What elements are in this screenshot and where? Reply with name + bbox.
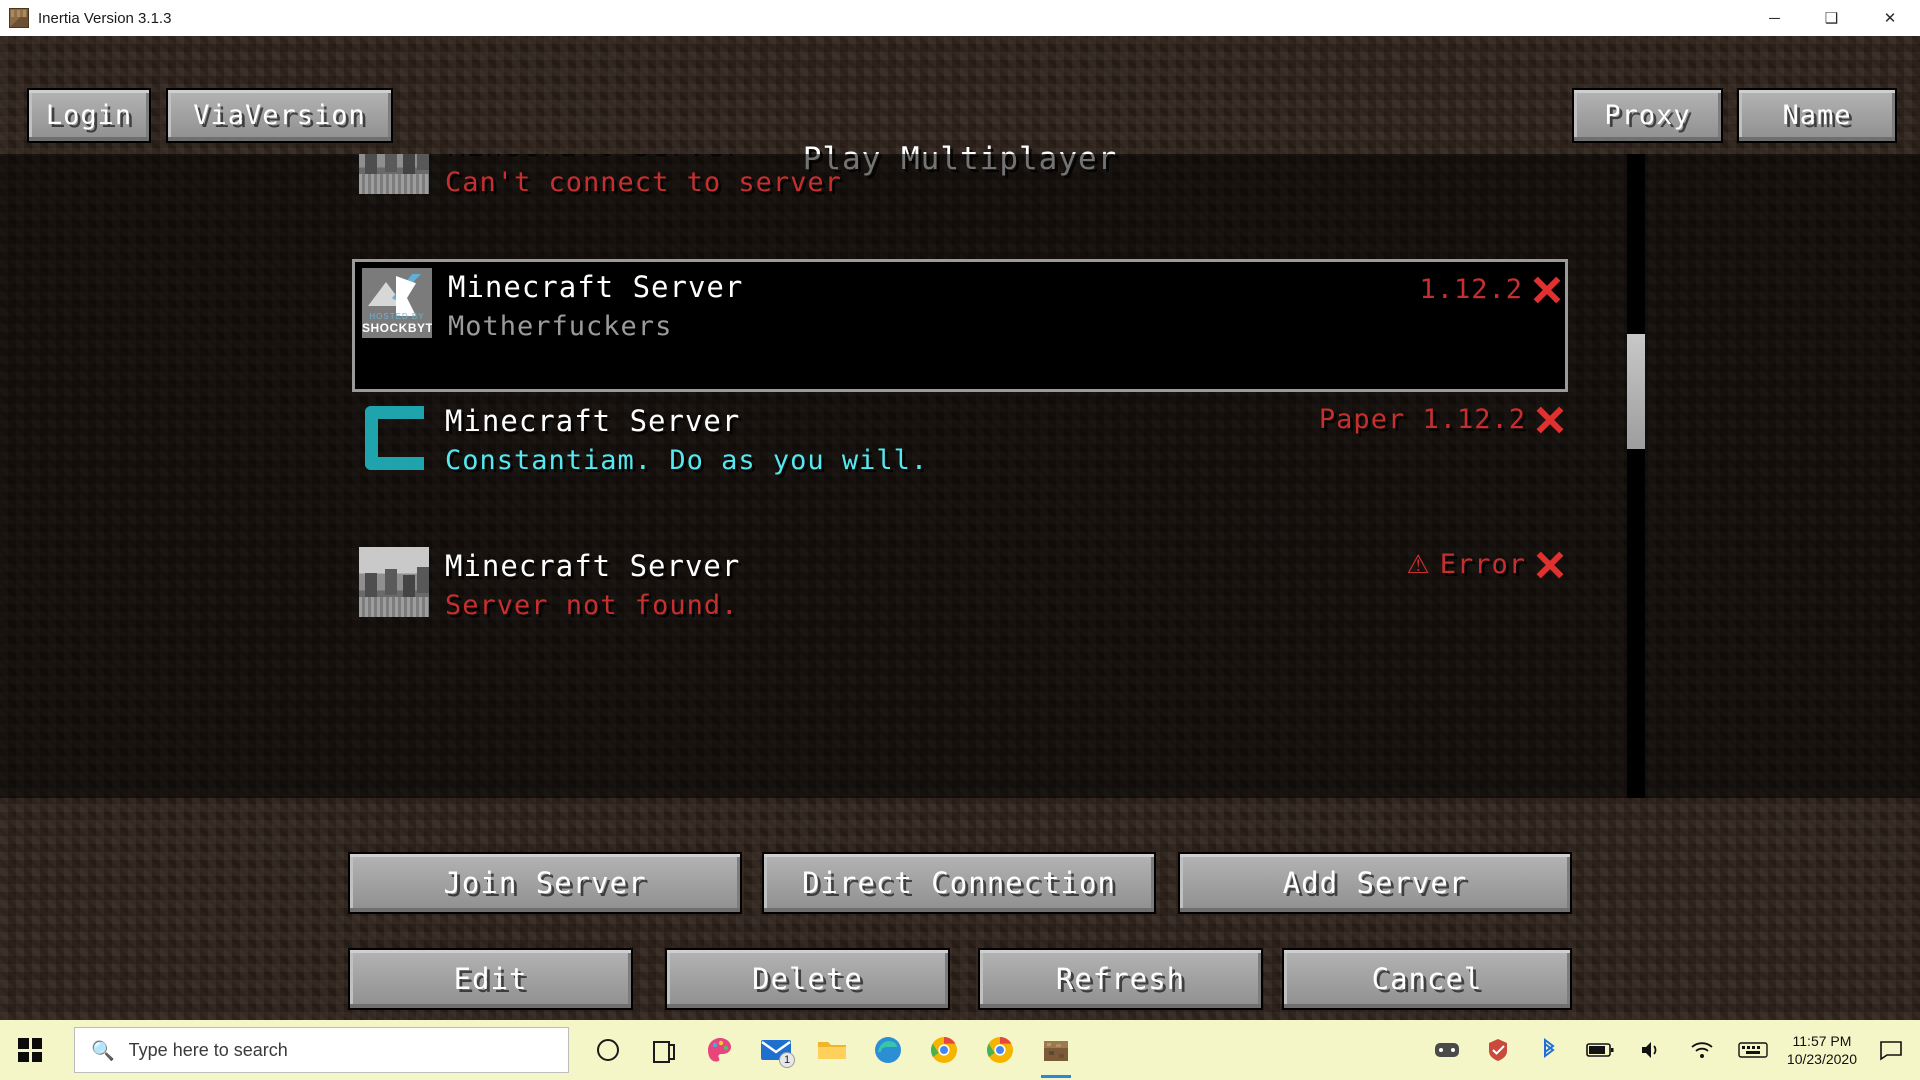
minimize-button[interactable]: ─ <box>1746 0 1803 36</box>
direct-connection-button[interactable]: Direct Connection <box>762 852 1156 914</box>
shockbyte-brand-label: SHOCKBYTE <box>362 321 432 335</box>
server-motd: Motherfuckers <box>448 311 673 342</box>
minecraft-cube-icon <box>9 8 29 28</box>
server-version: Paper 1.12.2 <box>1318 404 1526 435</box>
proxy-button[interactable]: Proxy <box>1572 88 1723 143</box>
server-version: Error <box>1439 549 1526 580</box>
window-title: Inertia Version 3.1.3 <box>38 9 172 27</box>
google-chrome-icon[interactable] <box>927 1030 961 1070</box>
mail-icon[interactable]: 1 <box>759 1030 795 1070</box>
clock-date: 10/23/2020 <box>1786 1051 1857 1067</box>
cortana-circle-icon[interactable] <box>591 1030 625 1070</box>
shockbyte-logo-icon: HOSTED BY SHOCKBYTE <box>362 268 432 338</box>
start-button[interactable] <box>0 1020 60 1080</box>
xbox-game-bar-icon[interactable] <box>1430 1030 1464 1070</box>
server-meta: ⚠ Error <box>1406 549 1564 580</box>
server-meta: Paper 1.12.2 <box>1319 404 1564 435</box>
microsoft-edge-icon[interactable] <box>871 1030 905 1070</box>
x-icon[interactable] <box>1536 551 1564 579</box>
search-input[interactable]: 🔍 Type here to search <box>74 1027 569 1073</box>
server-motd: Server not found. <box>445 590 739 621</box>
google-chrome-beta-icon[interactable] <box>983 1030 1017 1070</box>
server-list-item-selected[interactable]: HOSTED BY SHOCKBYTE Minecraft Server Mot… <box>352 259 1568 392</box>
server-name: Minecraft Server <box>448 270 744 304</box>
action-button-area <box>0 798 1920 1036</box>
shockbyte-hosted-label: HOSTED BY <box>369 312 425 321</box>
paint-3d-icon[interactable] <box>703 1030 737 1070</box>
server-motd: Can't connect to server <box>445 167 842 198</box>
x-icon[interactable] <box>1533 276 1561 304</box>
cancel-button[interactable]: Cancel <box>1282 948 1572 1010</box>
multiplayer-screen: Login ViaVersion Proxy Name Play Multipl… <box>0 36 1920 1036</box>
server-motd: Constantiam. Do as you will. <box>445 445 929 476</box>
network-icon[interactable] <box>1685 1030 1719 1070</box>
add-server-button[interactable]: Add Server <box>1178 852 1572 914</box>
bluetooth-icon[interactable] <box>1532 1030 1566 1070</box>
refresh-button[interactable]: Refresh <box>978 948 1263 1010</box>
login-button[interactable]: Login <box>27 88 151 143</box>
warning-icon: ⚠ <box>1406 549 1430 580</box>
server-list-item[interactable]: Minecraft Server Constantiam. Do as you … <box>352 392 1568 537</box>
server-meta: 1.12.2 <box>1419 274 1561 305</box>
keyboard-icon[interactable] <box>1736 1030 1770 1070</box>
world-thumbnail-icon <box>359 547 429 617</box>
file-explorer-icon[interactable] <box>815 1030 849 1070</box>
server-name: Minecraft Server <box>445 154 1568 160</box>
action-center-icon[interactable] <box>1874 1030 1908 1070</box>
constantiam-c-icon <box>359 402 429 472</box>
minecraft-launcher-icon[interactable] <box>1039 1030 1073 1078</box>
server-list-scrollbar[interactable] <box>1627 154 1645 798</box>
scrollbar-thumb[interactable] <box>1627 334 1645 449</box>
world-thumbnail-icon <box>359 154 429 194</box>
battery-icon[interactable] <box>1583 1030 1617 1070</box>
maximize-button[interactable]: ❑ <box>1803 0 1860 36</box>
taskbar-clock[interactable]: 11:57 PM 10/23/2020 <box>1787 1032 1857 1068</box>
server-name: Minecraft Server <box>445 549 741 583</box>
search-placeholder: Type here to search <box>128 1039 288 1060</box>
taskbar-app-icons: 1 <box>591 1030 1073 1078</box>
x-icon[interactable] <box>1536 406 1564 434</box>
system-tray: 11:57 PM 10/23/2020 <box>1430 1030 1920 1070</box>
volume-icon[interactable] <box>1634 1030 1668 1070</box>
search-icon: 🔍 <box>91 1039 115 1062</box>
server-list-item[interactable]: Minecraft Server Can't connect to server <box>352 154 1568 259</box>
mail-badge: 1 <box>779 1052 795 1068</box>
edit-button[interactable]: Edit <box>348 948 633 1010</box>
windows-logo-icon <box>18 1038 42 1062</box>
name-button[interactable]: Name <box>1737 88 1897 143</box>
windows-taskbar: 🔍 Type here to search 1 11:57 PM 10/23/2… <box>0 1020 1920 1080</box>
viaversion-button[interactable]: ViaVersion <box>166 88 393 143</box>
clock-time: 11:57 PM <box>1792 1033 1852 1049</box>
server-list-item[interactable]: Minecraft Server Server not found. ⚠ Err… <box>352 537 1568 682</box>
window-controls: ─ ❑ ✕ <box>1746 0 1920 36</box>
server-version: 1.12.2 <box>1419 274 1523 305</box>
join-server-button[interactable]: Join Server <box>348 852 742 914</box>
task-view-icon[interactable] <box>647 1030 681 1070</box>
windows-security-icon[interactable] <box>1481 1030 1515 1070</box>
delete-button[interactable]: Delete <box>665 948 950 1010</box>
window-titlebar: Inertia Version 3.1.3 ─ ❑ ✕ <box>0 0 1920 36</box>
close-button[interactable]: ✕ <box>1860 0 1920 36</box>
